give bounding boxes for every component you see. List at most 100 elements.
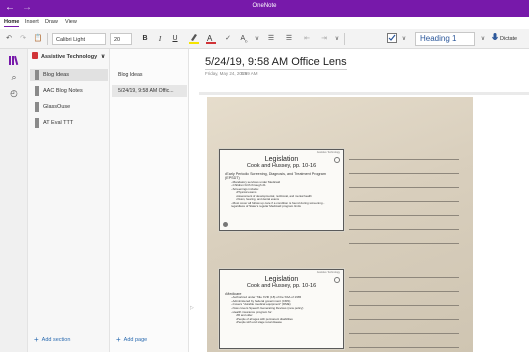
- ribbon-tabs: Home Insert Draw View: [0, 17, 529, 29]
- tab-view[interactable]: View: [65, 19, 77, 25]
- note-line: [349, 347, 459, 348]
- text-effects-icon[interactable]: Ab: [237, 33, 251, 45]
- handout-slide-1: Assistive Technology Legislation Cook an…: [219, 149, 344, 231]
- note-line: [349, 291, 459, 292]
- increase-indent-icon[interactable]: ⇥: [318, 33, 330, 45]
- microphone-icon[interactable]: [491, 33, 499, 45]
- section-label: AAC Blog Notes: [43, 88, 83, 94]
- paragraph-style-select[interactable]: Heading 1: [415, 32, 475, 46]
- section-color-tab: [35, 70, 39, 80]
- svg-text:A: A: [207, 34, 213, 43]
- toolbar-divider: [47, 33, 48, 45]
- section-label: GlassOuse: [43, 104, 71, 110]
- slide-subtitle: Cook and Hussey, pp. 10-16: [246, 163, 317, 169]
- page-item-office-lens[interactable]: 5/24/19, 9:58 AM Offic...: [112, 85, 187, 97]
- collapse-pane-arrow-icon[interactable]: ▷: [190, 305, 194, 311]
- slide-title: Legislation: [264, 156, 299, 163]
- page-time: 9:59 AM: [241, 71, 258, 76]
- section-blog-ideas[interactable]: Blog Ideas: [30, 69, 108, 81]
- slide-header-small: Assistive Technology: [316, 151, 340, 154]
- pages-pane: Blog Ideas 5/24/19, 9:58 AM Offic... + Ad…: [110, 49, 189, 352]
- plus-icon: +: [34, 335, 39, 344]
- image-container-handle[interactable]: [199, 92, 529, 95]
- slide-header-small: Assistive Technology: [316, 271, 340, 274]
- title-bar: ← → OneNote: [0, 0, 529, 17]
- page-item-blog-ideas[interactable]: Blog Ideas: [112, 69, 187, 81]
- page-canvas[interactable]: 5/24/19, 9:58 AM Office Lens Friday, May…: [189, 49, 529, 352]
- sections-pane: Assistive Technology ∨ Blog Ideas AAC Bl…: [28, 49, 110, 352]
- slide-bullets: Medicare Authorized under Title XVIII (1…: [220, 292, 343, 324]
- clear-formatting-icon[interactable]: ✓: [222, 33, 234, 45]
- add-section-label: Add section: [41, 337, 71, 343]
- tab-home[interactable]: Home: [4, 19, 20, 27]
- toolbar-divider: [344, 33, 345, 45]
- clipboard-icon[interactable]: 📋: [32, 33, 44, 45]
- todo-tag-icon[interactable]: [386, 33, 398, 45]
- undo-icon[interactable]: ↶: [3, 33, 15, 45]
- section-color-tab: [35, 102, 39, 112]
- section-color-tab: [35, 86, 39, 96]
- highlighter-icon[interactable]: [188, 33, 200, 45]
- note-line: [349, 319, 459, 320]
- numbered-list-icon[interactable]: ☰: [283, 33, 295, 45]
- onenote-window: ← → OneNote Home Insert Draw View ↶ ↷ 📋 …: [0, 0, 529, 352]
- section-color-tab: [35, 118, 39, 128]
- note-line: [349, 173, 459, 174]
- slide-subtitle: Cook and Hussey, pp. 10-16: [246, 283, 317, 289]
- section-aac-blog-notes[interactable]: AAC Blog Notes: [30, 85, 108, 97]
- section-at-eval-ttt[interactable]: AT Eval TTT: [30, 117, 108, 129]
- chevron-down-icon[interactable]: ∨: [400, 33, 408, 45]
- note-line: [349, 277, 459, 278]
- note-line: [349, 305, 459, 306]
- tab-insert[interactable]: Insert: [25, 19, 39, 25]
- italic-button[interactable]: I: [155, 33, 165, 45]
- font-color-icon[interactable]: A: [205, 33, 217, 45]
- note-line: [349, 243, 459, 244]
- tab-draw[interactable]: Draw: [45, 19, 58, 25]
- bullet: People with end stage renal disease: [225, 320, 338, 324]
- slide-title: Legislation: [264, 276, 299, 283]
- slide-bullets: Early Periodic Screening, Diagnosis, and…: [220, 172, 343, 209]
- underline-button[interactable]: U: [170, 33, 180, 45]
- note-line: [349, 333, 459, 334]
- add-page-button[interactable]: + Add page: [116, 335, 147, 344]
- notebooks-icon[interactable]: [8, 55, 20, 67]
- office-lens-photo[interactable]: Assistive Technology Legislation Cook an…: [207, 97, 473, 352]
- slide-logo-icon: [334, 157, 340, 163]
- navigation-rail: ⌕ ◴: [0, 49, 28, 352]
- search-icon[interactable]: ⌕: [8, 71, 20, 83]
- dictate-button[interactable]: Dictate: [500, 33, 528, 45]
- plus-icon: +: [116, 335, 121, 344]
- decrease-indent-icon[interactable]: ⇤: [301, 33, 313, 45]
- ribbon-toolbar: ↶ ↷ 📋 Calibri Light 20 B I U A ✓ Ab ∨ ☰ …: [0, 29, 529, 49]
- notebook-icon: [32, 52, 38, 59]
- bullet-list-icon[interactable]: ☰: [265, 33, 277, 45]
- bold-button[interactable]: B: [140, 33, 150, 45]
- recent-clock-icon[interactable]: ◴: [8, 87, 20, 99]
- chevron-down-icon[interactable]: ∨: [253, 33, 261, 45]
- chevron-down-icon: ∨: [100, 54, 106, 60]
- chevron-down-icon[interactable]: ∨: [333, 33, 341, 45]
- font-size-select[interactable]: 20: [110, 33, 132, 45]
- section-label: Blog Ideas: [43, 72, 69, 78]
- add-page-label: Add page: [123, 337, 148, 343]
- add-section-button[interactable]: + Add section: [34, 335, 70, 344]
- notebook-switcher[interactable]: Assistive Technology ∨: [32, 52, 108, 63]
- redo-icon[interactable]: ↷: [17, 33, 29, 45]
- note-line: [349, 187, 459, 188]
- section-label: AT Eval TTT: [43, 120, 74, 126]
- chevron-down-icon[interactable]: ∨: [479, 33, 487, 45]
- bullet: Must cover all follow up care if a condi…: [225, 201, 338, 209]
- slide-footer-icon: [223, 222, 228, 227]
- app-title: OneNote: [252, 3, 277, 9]
- font-name-select[interactable]: Calibri Light: [52, 33, 106, 45]
- notebook-name: Assistive Technology: [41, 54, 98, 60]
- note-line: [349, 229, 459, 230]
- section-glassouse[interactable]: GlassOuse: [30, 101, 108, 113]
- handout-slide-2: Assistive Technology Legislation Cook an…: [219, 269, 344, 349]
- note-line: [349, 201, 459, 202]
- note-line: [349, 215, 459, 216]
- page-title[interactable]: 5/24/19, 9:58 AM Office Lens: [205, 56, 347, 70]
- slide-logo-icon: [334, 277, 340, 283]
- note-line: [349, 159, 459, 160]
